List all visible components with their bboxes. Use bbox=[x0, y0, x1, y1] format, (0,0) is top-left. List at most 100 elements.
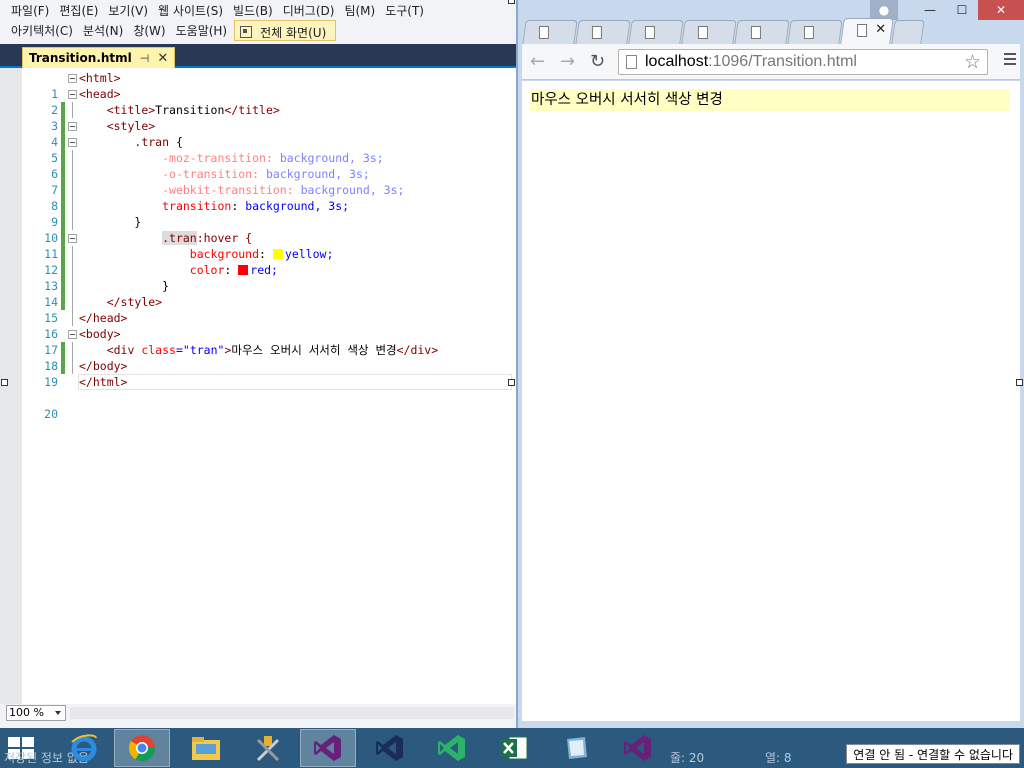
color-swatch-red bbox=[238, 265, 249, 275]
code-line: 11 .tran:hover { bbox=[22, 230, 512, 261]
css-property: color bbox=[189, 263, 225, 277]
bookmark-star-icon[interactable]: ☆ bbox=[964, 51, 981, 74]
change-marker bbox=[61, 198, 65, 214]
browser-tab[interactable] bbox=[734, 20, 790, 44]
page-icon bbox=[626, 55, 637, 69]
collapse-icon[interactable] bbox=[68, 90, 77, 99]
browser-tab[interactable] bbox=[787, 20, 843, 44]
menu-architecture[interactable]: 아키텍처(C) bbox=[6, 20, 78, 41]
file-explorer-icon[interactable] bbox=[178, 729, 234, 767]
excel-icon[interactable] bbox=[486, 729, 542, 767]
change-marker bbox=[61, 118, 65, 134]
code-line: 5 .tran { bbox=[22, 134, 512, 165]
current-line-highlight bbox=[78, 374, 512, 390]
menu-team[interactable]: 팀(M) bbox=[339, 0, 380, 21]
notes-icon[interactable] bbox=[548, 729, 604, 767]
page-viewport: 마우스 오버시 서서히 색상 변경 bbox=[522, 81, 1020, 721]
user-icon[interactable]: ● bbox=[870, 0, 898, 20]
document-tab-transition[interactable]: Transition.html ⊣ ✕ bbox=[22, 47, 176, 68]
minimize-button[interactable]: — bbox=[914, 0, 946, 20]
visual-studio-purple-icon[interactable] bbox=[610, 729, 666, 767]
code-line: 4 <style> bbox=[22, 118, 512, 149]
code-editor[interactable]: 1 <html> 2 <head> 3 <title>Transition</t… bbox=[0, 68, 516, 704]
collapse-icon[interactable] bbox=[68, 74, 77, 83]
back-button[interactable]: ← bbox=[530, 51, 545, 72]
code-line: 6 -moz-transition: background, 3s; bbox=[22, 150, 512, 181]
editor-margin bbox=[0, 68, 22, 704]
tools-icon[interactable] bbox=[240, 729, 296, 767]
ie-icon[interactable] bbox=[56, 729, 112, 767]
change-marker bbox=[61, 294, 65, 310]
code-line: 18 <div class="tran">마우스 오버시 서서히 색상 변경</… bbox=[22, 342, 512, 373]
change-marker bbox=[61, 166, 65, 182]
browser-tab[interactable] bbox=[628, 20, 684, 44]
page-icon bbox=[750, 26, 761, 39]
page-icon bbox=[803, 26, 814, 39]
pin-icon[interactable]: ⊣ bbox=[140, 52, 150, 65]
transition-div[interactable]: 마우스 오버시 서서히 색상 변경 bbox=[530, 89, 1010, 111]
horizontal-scrollbar[interactable] bbox=[70, 707, 514, 719]
faded-line-status: 줄: 20 bbox=[670, 751, 705, 765]
visual-studio-icon[interactable] bbox=[300, 729, 356, 767]
page-icon bbox=[857, 24, 868, 37]
full-screen-button[interactable]: 전체 화면(U) bbox=[234, 20, 337, 41]
change-marker bbox=[61, 134, 65, 150]
forward-button[interactable]: → bbox=[560, 51, 575, 72]
secondary-menu-bar: 아키텍처(C) 분석(N) 창(W) 도움말(H) 전체 화면(U) bbox=[6, 20, 337, 41]
css-property: -o-transition bbox=[162, 167, 253, 181]
title-text: Transition bbox=[155, 103, 225, 117]
css-property: -moz-transition bbox=[162, 151, 266, 165]
zoom-select[interactable]: 100 % bbox=[6, 705, 66, 721]
maximize-button[interactable]: ☐ bbox=[946, 0, 978, 20]
menu-view[interactable]: 보기(V) bbox=[103, 0, 153, 21]
tag-title-open: <title> bbox=[106, 103, 156, 117]
menu-website[interactable]: 웹 사이트(S) bbox=[153, 0, 228, 21]
menu-file[interactable]: 파일(F) bbox=[6, 0, 54, 21]
new-tab-button[interactable] bbox=[891, 20, 925, 44]
tag-div-close: </div> bbox=[396, 343, 439, 357]
address-bar[interactable]: localhost:1096/Transition.html ☆ bbox=[618, 49, 988, 75]
browser-tab[interactable] bbox=[522, 20, 578, 44]
visual-studio-window: 파일(F) 편집(E) 보기(V) 웹 사이트(S) 빌드(B) 디버그(D) … bbox=[0, 0, 516, 736]
reload-button[interactable]: ↻ bbox=[590, 51, 605, 72]
menu-tools[interactable]: 도구(T) bbox=[380, 0, 429, 21]
resize-handle[interactable] bbox=[508, 0, 515, 4]
tag-div-open: <div bbox=[106, 343, 135, 357]
menu-icon[interactable] bbox=[1004, 53, 1016, 68]
code-line: 7 -o-transition: background, 3s; bbox=[22, 166, 512, 197]
visual-studio-green-icon[interactable] bbox=[424, 729, 480, 767]
tag-html: <html> bbox=[79, 71, 121, 85]
resize-handle[interactable] bbox=[1, 379, 8, 386]
line-number: 20 bbox=[44, 407, 58, 421]
browser-tab[interactable] bbox=[575, 20, 631, 44]
tag-body-close: </body> bbox=[79, 359, 128, 373]
chevron-down-icon bbox=[55, 711, 61, 715]
change-marker bbox=[61, 150, 65, 166]
collapse-icon[interactable] bbox=[68, 330, 77, 339]
close-tab-icon[interactable]: ✕ bbox=[875, 22, 886, 37]
close-window-button[interactable]: ✕ bbox=[978, 0, 1024, 20]
css-property: -webkit-transition bbox=[162, 183, 287, 197]
tag-html-close: </html> bbox=[79, 375, 128, 389]
collapse-icon[interactable] bbox=[68, 122, 77, 131]
collapse-icon[interactable] bbox=[68, 234, 77, 243]
url-path: :1096/Transition.html bbox=[708, 53, 857, 70]
resize-handle[interactable] bbox=[1016, 379, 1023, 386]
code-line: 17 <body> bbox=[22, 326, 512, 357]
menu-build[interactable]: 빌드(B) bbox=[228, 0, 278, 21]
resize-handle[interactable] bbox=[508, 379, 515, 386]
connection-tooltip: 연결 안 됨 - 연결할 수 없습니다 bbox=[846, 744, 1020, 764]
close-tab-icon[interactable]: ✕ bbox=[157, 51, 168, 66]
menu-edit[interactable]: 편집(E) bbox=[54, 0, 103, 21]
menu-analyze[interactable]: 분석(N) bbox=[78, 20, 128, 41]
chrome-icon[interactable] bbox=[114, 729, 170, 767]
menu-window[interactable]: 창(W) bbox=[128, 20, 170, 41]
div-text: 마우스 오버시 서서히 색상 변경 bbox=[231, 343, 397, 357]
collapse-icon[interactable] bbox=[68, 138, 77, 147]
tag-head-close: </head> bbox=[79, 311, 128, 325]
browser-tab-active[interactable]: ✕ bbox=[840, 18, 894, 44]
menu-help[interactable]: 도움말(H) bbox=[171, 20, 233, 41]
menu-debug[interactable]: 디버그(D) bbox=[278, 0, 340, 21]
visual-studio-code-icon[interactable] bbox=[362, 729, 418, 767]
browser-tab[interactable] bbox=[681, 20, 737, 44]
